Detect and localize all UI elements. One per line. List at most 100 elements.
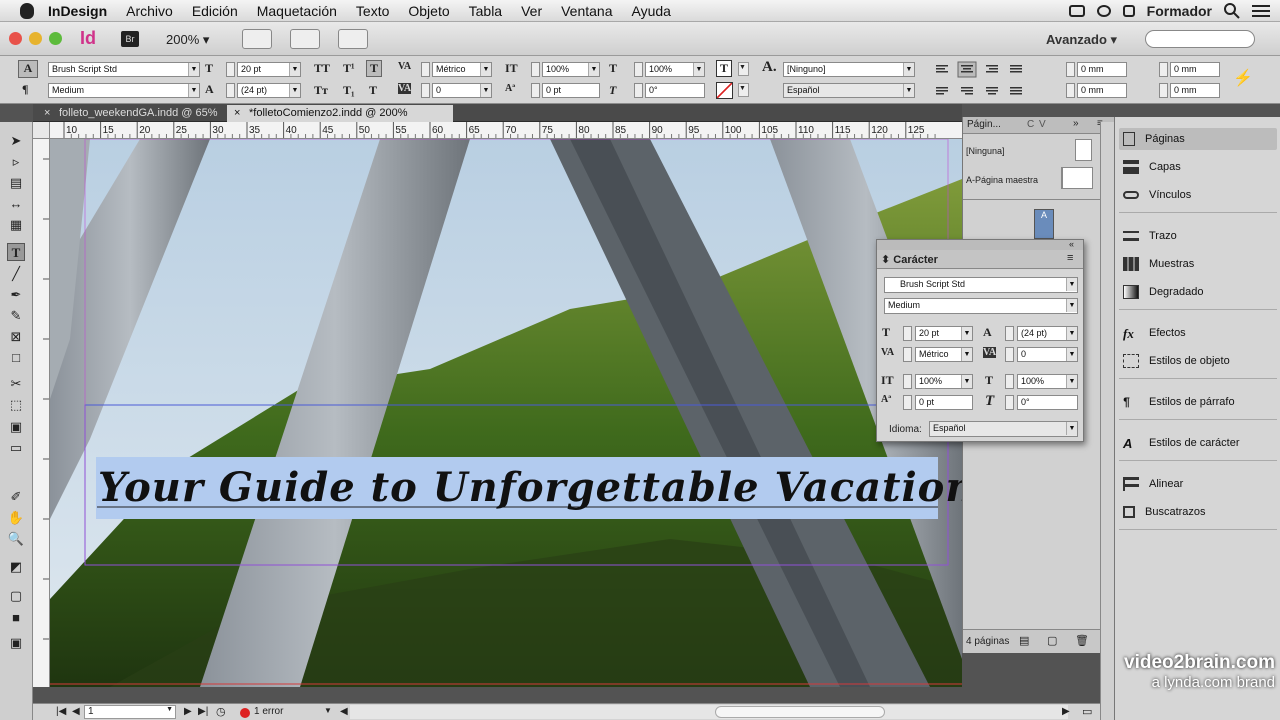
char-baseline-stepper[interactable] xyxy=(903,395,912,410)
char-hscale-stepper[interactable] xyxy=(1005,374,1014,389)
menu-ventana[interactable]: Ventana xyxy=(561,3,612,19)
first-page-button[interactable]: |◀ xyxy=(56,706,66,717)
sync-icon[interactable] xyxy=(1096,4,1111,17)
underline-button[interactable]: T xyxy=(366,60,383,77)
apple-icon[interactable] xyxy=(20,2,34,19)
char-size-field[interactable]: 20 pt ▼ xyxy=(915,326,973,341)
scroll-right-button[interactable]: ▶ xyxy=(1062,706,1070,717)
menu-texto[interactable]: Texto xyxy=(356,3,389,19)
horizontal-scrollbar-track[interactable] xyxy=(350,705,1068,719)
panel-drag-bar[interactable] xyxy=(877,240,1083,250)
master-page-label[interactable]: A-Página maestra xyxy=(966,175,1038,185)
none-master-label[interactable]: [Ninguna] xyxy=(966,146,1005,156)
dock-degradado[interactable]: Degradado xyxy=(1123,281,1203,303)
zoom-level-select[interactable]: 200% ▾ xyxy=(166,32,209,48)
character-panel-title[interactable]: ⬍ Carácter xyxy=(881,253,938,266)
char-skew-field[interactable]: 0° xyxy=(1017,395,1078,410)
rectangle-tool-icon[interactable]: □ xyxy=(7,349,25,367)
menu-maquetacion[interactable]: Maquetación xyxy=(257,3,337,19)
links-panel-tab[interactable]: V xyxy=(1039,119,1046,130)
horizontal-scrollbar-thumb[interactable] xyxy=(715,706,885,718)
baseline-shift-field[interactable]: 0 pt xyxy=(542,83,600,98)
pages-panel-tab[interactable]: Págin... xyxy=(967,119,1001,130)
rectangle-frame-tool-icon[interactable]: ⊠ xyxy=(7,328,25,346)
user-name[interactable]: Formador xyxy=(1147,3,1212,19)
tab-folleto-comienzo[interactable]: × *folletoComienzo2.indd @ 200% xyxy=(227,105,453,122)
dock-efectos[interactable]: fx Efectos xyxy=(1123,322,1186,344)
fill-text-button[interactable]: T xyxy=(716,60,733,77)
layers-panel-tab[interactable]: C xyxy=(1027,119,1034,130)
headline-text[interactable]: Your Guide to Unforgettable Vacations! xyxy=(96,457,962,519)
spotlight-search-icon[interactable] xyxy=(1224,2,1240,19)
skew-stepper[interactable] xyxy=(634,83,643,98)
char-tracking-stepper[interactable] xyxy=(1005,347,1014,362)
font-style-select[interactable]: Medium ▼ xyxy=(48,83,200,98)
scissors-tool-icon[interactable]: ✂ xyxy=(7,375,25,393)
normal-view-mode-icon[interactable]: ■ xyxy=(7,609,25,627)
alignment-buttons[interactable] xyxy=(932,60,1024,100)
page-tool-icon[interactable]: ▤ xyxy=(7,174,25,192)
close-window-button[interactable] xyxy=(9,32,22,45)
arrange-documents-button[interactable] xyxy=(338,29,368,49)
direct-selection-tool-icon[interactable]: ▹ xyxy=(7,153,25,171)
char-font-style-select[interactable]: Medium ▼ xyxy=(884,298,1078,314)
menu-app-name[interactable]: InDesign xyxy=(48,3,107,19)
baseline-stepper[interactable] xyxy=(531,83,540,98)
left-indent-stepper[interactable] xyxy=(1066,62,1075,77)
menu-archivo[interactable]: Archivo xyxy=(126,3,173,19)
free-transform-tool-icon[interactable]: ⬚ xyxy=(7,396,25,414)
char-hscale-field[interactable]: 100% ▼ xyxy=(1017,374,1078,389)
error-count[interactable]: 1 error xyxy=(254,706,283,717)
pencil-tool-icon[interactable]: ✎ xyxy=(7,307,25,325)
kerning-stepper[interactable] xyxy=(421,62,430,77)
panel-collapse-icon[interactable]: « xyxy=(1069,239,1074,249)
fill-stroke-swatch-icon[interactable]: ◩ xyxy=(7,558,25,576)
char-skew-stepper[interactable] xyxy=(1005,395,1014,410)
first-line-indent-field[interactable]: 0 mm xyxy=(1077,83,1127,98)
screen-mode-button[interactable] xyxy=(290,29,320,49)
scroll-left-button[interactable]: ◀ xyxy=(340,706,348,717)
character-panel-menu-icon[interactable]: ≡ xyxy=(1067,252,1073,264)
stroke-text-button[interactable] xyxy=(716,82,733,99)
preflight-menu-icon[interactable]: ▼ xyxy=(324,706,332,715)
stroke-menu-icon[interactable]: ▼ xyxy=(738,83,749,97)
menu-edicion[interactable]: Edición xyxy=(192,3,238,19)
dock-paginas[interactable]: Páginas xyxy=(1123,128,1185,150)
note-tool-icon[interactable]: ▭ xyxy=(7,439,25,457)
kerning-field[interactable]: Métrico ▼ xyxy=(432,62,492,77)
char-vscale-stepper[interactable] xyxy=(903,374,912,389)
skew-field[interactable]: 0° xyxy=(645,83,705,98)
char-vscale-field[interactable]: 100% ▼ xyxy=(915,374,973,389)
help-search-input[interactable] xyxy=(1145,30,1255,48)
eyedropper-tool-icon[interactable]: ✐ xyxy=(7,488,25,506)
small-caps-button[interactable]: Tт xyxy=(314,83,328,98)
page-1-thumbnail[interactable]: A xyxy=(1034,209,1054,239)
master-page-thumbnail[interactable] xyxy=(1061,167,1093,189)
edit-page-size-icon[interactable]: ▤ xyxy=(1019,634,1029,647)
menu-ayuda[interactable]: Ayuda xyxy=(632,3,671,19)
menu-tabla[interactable]: Tabla xyxy=(469,3,502,19)
bridge-button[interactable]: Br xyxy=(121,31,139,47)
zoom-window-button[interactable] xyxy=(49,32,62,45)
previous-page-button[interactable]: ◀ xyxy=(72,706,80,717)
forward-icon[interactable] xyxy=(1122,4,1135,17)
collapse-panel-icon[interactable]: » xyxy=(1073,118,1079,129)
leading-field[interactable]: (24 pt) ▼ xyxy=(237,83,301,98)
tracking-field[interactable]: 0 ▼ xyxy=(432,83,492,98)
hand-tool-icon[interactable]: ✋ xyxy=(7,509,25,527)
font-family-select[interactable]: Brush Script Std ▼ xyxy=(48,62,200,77)
char-kerning-stepper[interactable] xyxy=(903,347,912,362)
tab-folleto-weekend[interactable]: × folleto_weekendGA.indd @ 65% xyxy=(37,105,227,122)
ruler-origin[interactable] xyxy=(33,122,50,139)
dock-estilos-objeto[interactable]: Estilos de objeto xyxy=(1123,350,1230,372)
dock-estilos-parrafo[interactable]: ¶ Estilos de párrafo xyxy=(1123,391,1235,413)
formatting-affects-container-icon[interactable]: ▢ xyxy=(7,587,25,605)
split-window-icon[interactable]: ▭ xyxy=(1082,705,1092,718)
none-master-thumbnail[interactable] xyxy=(1075,139,1092,161)
preview-mode-icon[interactable]: ▣ xyxy=(7,634,25,652)
camera-icon[interactable] xyxy=(1068,4,1085,17)
font-size-stepper[interactable] xyxy=(226,62,235,77)
workspace-switcher[interactable]: Avanzado ▾ xyxy=(1046,32,1117,48)
char-font-family-select[interactable]: Brush Script Std ▼ xyxy=(884,277,1078,293)
content-collector-icon[interactable]: ▦ xyxy=(7,216,25,234)
